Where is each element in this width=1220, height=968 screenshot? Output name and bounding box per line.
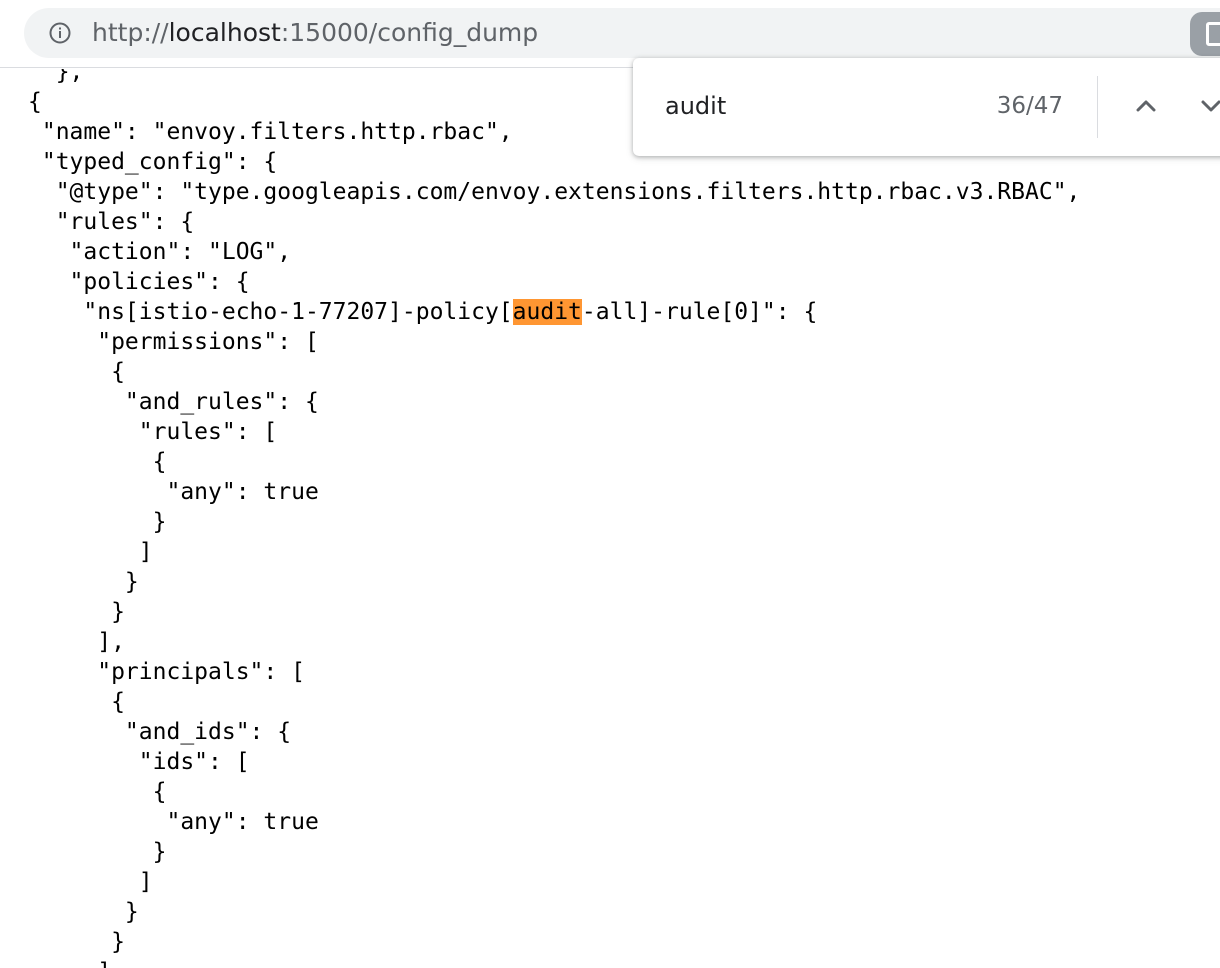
json-line-text: "ns[istio-echo-1-77207]-policy[ <box>28 299 513 325</box>
json-line: ] <box>28 957 1080 968</box>
json-line: "principals": [ <box>28 659 305 685</box>
json-line: } <box>28 839 167 865</box>
json-line: "policies": { <box>28 269 250 295</box>
json-line: } <box>28 509 167 535</box>
json-line: "and_ids": { <box>28 719 292 745</box>
find-input[interactable] <box>665 88 965 124</box>
info-icon[interactable] <box>48 21 72 45</box>
find-divider <box>1097 76 1098 138</box>
json-line: { <box>28 359 125 385</box>
extension-icon <box>1206 22 1220 46</box>
chevron-down-icon <box>1201 100 1220 112</box>
json-line: "@type": "type.googleapis.com/envoy.exte… <box>28 179 1081 205</box>
json-line: "rules": [ <box>28 419 278 445</box>
find-bar: 36/47 <box>633 58 1220 156</box>
page-content: },{ "name": "envoy.filters.http.rbac", "… <box>0 69 1220 968</box>
chevron-up-icon <box>1136 100 1156 112</box>
json-line: } <box>28 899 139 925</box>
json-line: } <box>28 599 125 625</box>
json-line: ], <box>28 629 125 655</box>
json-line: "any": true <box>28 809 319 835</box>
url-host: localhost <box>168 18 281 47</box>
json-line: "any": true <box>28 479 319 505</box>
json-line: ] <box>28 869 153 895</box>
json-line: "ids": [ <box>28 749 250 775</box>
json-line: "action": "LOG", <box>28 239 292 265</box>
json-line: "and_rules": { <box>28 389 319 415</box>
json-line: { <box>28 449 167 475</box>
address-bar[interactable]: http://localhost:15000/config_dump <box>24 8 1220 58</box>
find-match-count: 36/47 <box>996 93 1063 119</box>
find-match-highlight: audit <box>512 299 582 325</box>
json-line: ] <box>28 539 153 565</box>
url-text[interactable]: http://localhost:15000/config_dump <box>92 16 538 50</box>
url-path: :15000/config_dump <box>280 18 539 47</box>
extension-button[interactable] <box>1190 12 1220 56</box>
json-line: "permissions": [ <box>28 329 319 355</box>
json-line: { <box>28 689 125 715</box>
json-line-text: -all]-rule[0]": { <box>581 299 818 325</box>
json-dump: },{ "name": "envoy.filters.http.rbac", "… <box>28 69 1080 968</box>
json-line: } <box>28 929 125 955</box>
json-line: "ns[istio-echo-1-77207]-policy[audit-all… <box>28 297 1080 327</box>
json-line: } <box>28 569 139 595</box>
json-line: "rules": { <box>28 209 195 235</box>
url-scheme: http:// <box>92 18 169 47</box>
find-next-button[interactable] <box>1193 88 1220 124</box>
json-line: { <box>28 779 167 805</box>
find-previous-button[interactable] <box>1128 88 1164 124</box>
